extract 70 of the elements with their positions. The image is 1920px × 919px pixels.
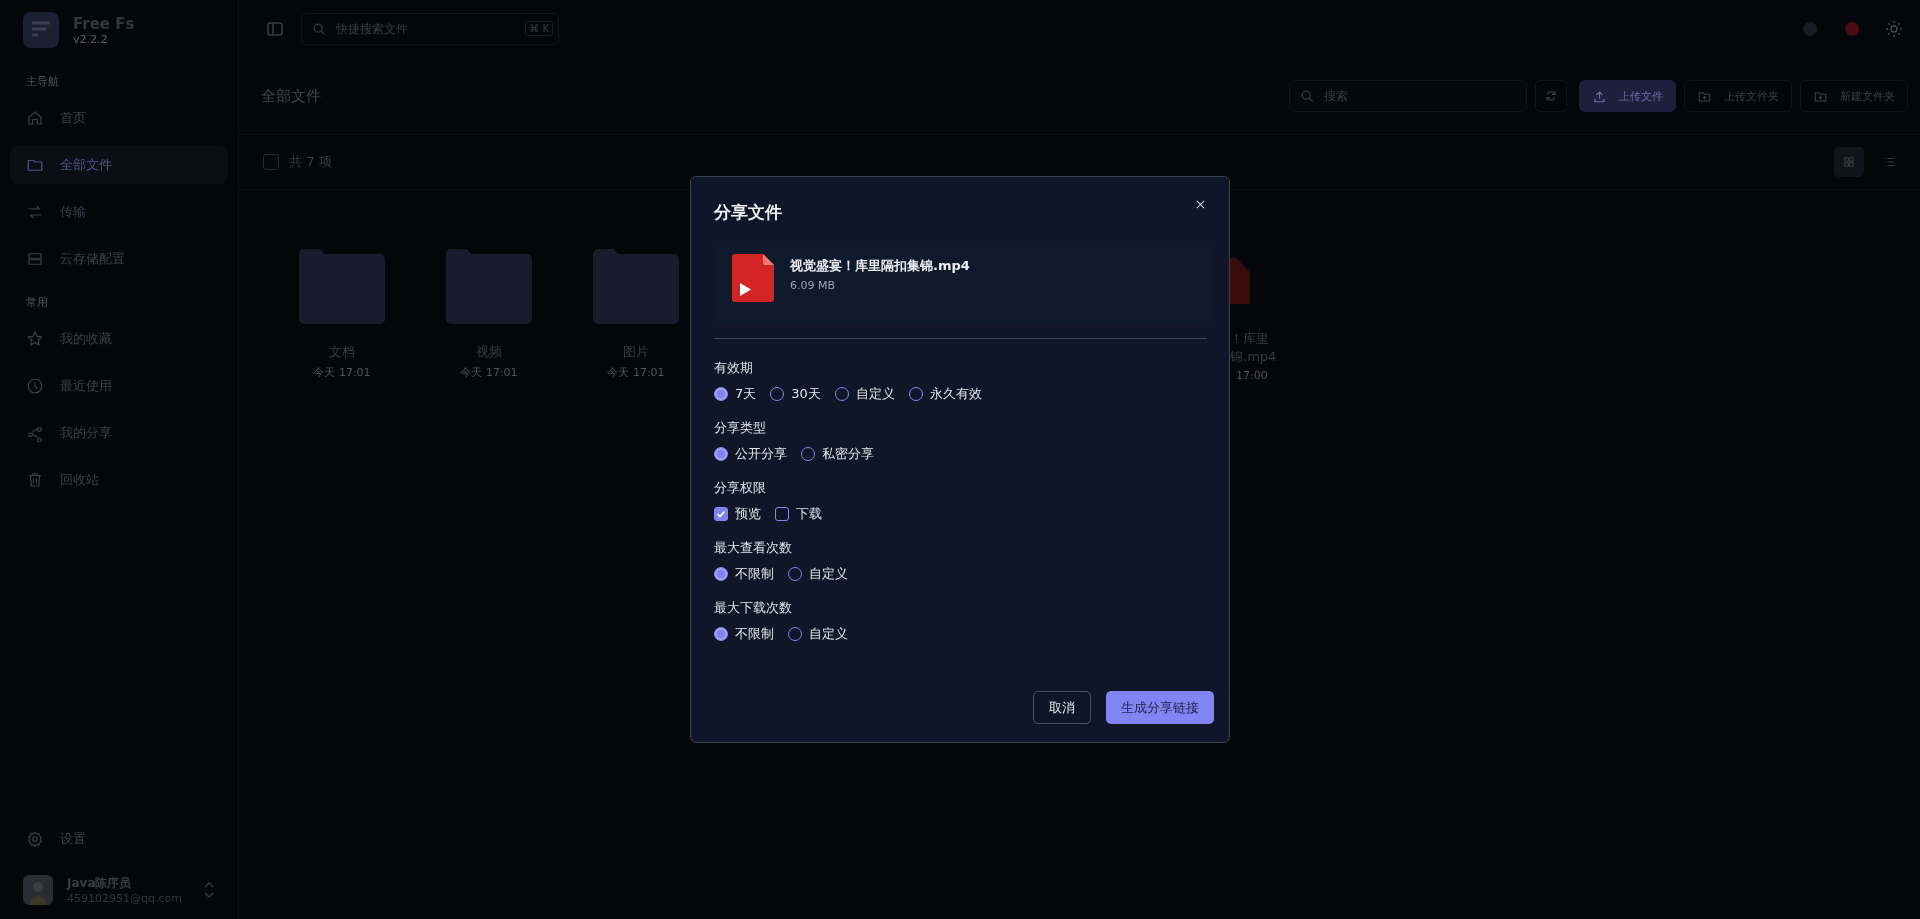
radio-button[interactable]: [714, 627, 728, 641]
video-file-icon: [732, 254, 774, 302]
field-label: 分享权限: [714, 479, 767, 497]
share-icon: [26, 424, 44, 442]
clock-icon: [26, 377, 44, 395]
checkbox[interactable]: [714, 507, 728, 521]
sidebar-item[interactable]: 首页: [10, 99, 228, 137]
option-label: 自定义: [809, 625, 848, 643]
grid-icon: [1842, 155, 1856, 169]
cancel-button[interactable]: 取消: [1033, 691, 1091, 724]
sidebar-item[interactable]: 云存储配置: [10, 240, 228, 278]
sidebar-item[interactable]: 全部文件: [10, 146, 228, 184]
file-name: 文档: [329, 343, 355, 361]
select-all-checkbox[interactable]: [263, 154, 279, 170]
radio-button[interactable]: [714, 447, 728, 461]
sidebar-item[interactable]: 我的收藏: [10, 320, 228, 358]
field-label: 分享类型: [714, 419, 767, 437]
server-icon: [26, 250, 44, 268]
settings-icon: [26, 830, 44, 848]
generate-link-button[interactable]: 生成分享链接: [1106, 691, 1214, 724]
home-icon: [26, 109, 44, 127]
file-time: 今天 17:01: [313, 365, 371, 380]
user-name: Java陈序员: [67, 875, 133, 892]
sidebar-item[interactable]: 回收站: [10, 461, 228, 499]
file-time: 今天 17:01: [607, 365, 665, 380]
option-label: 7天: [735, 385, 757, 403]
field-label: 有效期: [714, 359, 754, 377]
checkbox[interactable]: [775, 507, 789, 521]
avatar: [23, 875, 53, 905]
file-name: 视觉盛宴！库里隔扣集锦.mp4: [790, 256, 970, 275]
toolbar-button[interactable]: 上传文件: [1579, 80, 1676, 112]
settings-item[interactable]: 设置: [10, 820, 228, 858]
option-label: 下载: [796, 505, 822, 523]
option-label: 私密分享: [822, 445, 874, 463]
check-icon: [715, 508, 727, 520]
radio-button[interactable]: [714, 387, 728, 401]
file-time: 17:00: [1236, 369, 1268, 382]
option-label: 30天: [791, 385, 821, 403]
item-count: 共 7 项: [289, 153, 332, 171]
option-label: 公开分享: [735, 445, 787, 463]
search-field[interactable]: 搜索: [1289, 80, 1527, 112]
app-version: v2.2.2: [73, 32, 109, 46]
refresh-icon: [1543, 88, 1559, 104]
radio-button[interactable]: [714, 567, 728, 581]
sidebar-item[interactable]: 我的分享: [10, 414, 228, 452]
search-icon: [1299, 88, 1315, 104]
section-title: 主导航: [25, 74, 60, 90]
trash-icon: [26, 471, 44, 489]
option-label: 不限制: [735, 565, 774, 583]
arrows-icon: [26, 203, 44, 221]
sidebar-item[interactable]: 最近使用: [10, 367, 228, 405]
upload-icon: [1592, 88, 1607, 104]
list-icon: [1882, 155, 1896, 169]
option-label: 预览: [735, 505, 761, 523]
close-icon[interactable]: [1195, 199, 1206, 210]
search-icon: [311, 21, 327, 37]
page-title: 全部文件: [261, 86, 321, 106]
option-label: 自定义: [855, 385, 895, 403]
option-label: 不限制: [735, 625, 774, 643]
sidebar-toggle-icon[interactable]: [265, 19, 285, 39]
field-label: 最大查看次数: [714, 539, 793, 557]
star-icon: [26, 330, 44, 348]
logo-icon: [23, 12, 59, 48]
field-label: 最大下载次数: [714, 599, 793, 617]
option-label: 永久有效: [929, 385, 982, 403]
file-time: 今天 17:01: [460, 365, 518, 380]
dialog-title: 分享文件: [714, 201, 782, 224]
file-size: 6.09 MB: [790, 278, 837, 292]
option-label: 自定义: [809, 565, 848, 583]
section-title: 常用: [25, 295, 49, 311]
